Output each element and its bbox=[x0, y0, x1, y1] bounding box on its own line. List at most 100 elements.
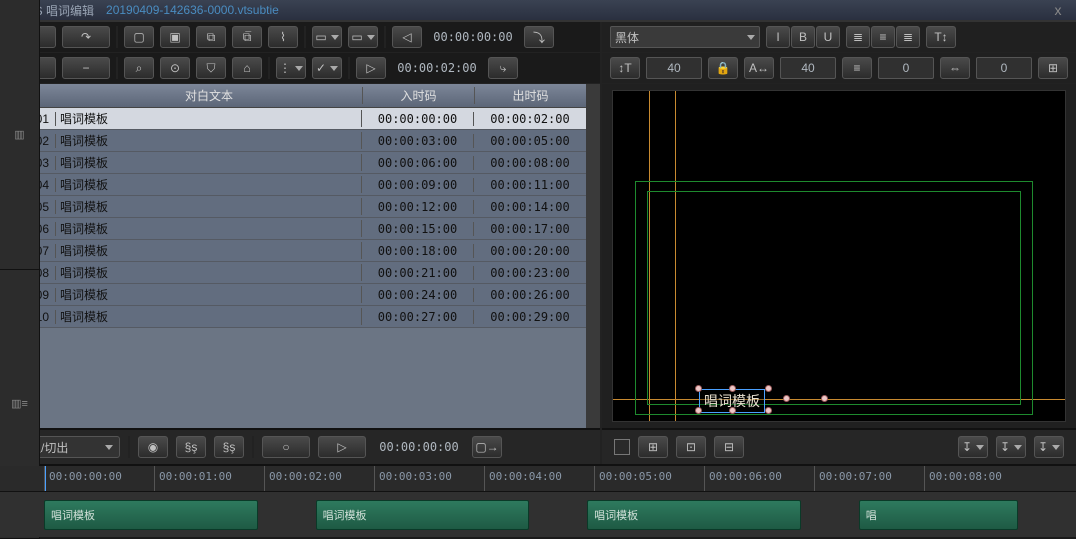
mark-out-button[interactable]: ⤷ bbox=[488, 57, 518, 79]
table-row[interactable]: 0003唱词模板00:00:06:0000:00:08:00 bbox=[0, 152, 586, 174]
handle-tr[interactable] bbox=[765, 385, 772, 392]
table-row[interactable]: 0005唱词模板00:00:12:0000:00:14:00 bbox=[0, 196, 586, 218]
ruler-mark[interactable]: 00:00:04:00 bbox=[484, 466, 594, 491]
row-text[interactable]: 唱词模板 bbox=[56, 110, 362, 127]
align-center-button[interactable]: ≡ bbox=[871, 26, 895, 48]
table-row[interactable]: 0008唱词模板00:00:21:0000:00:23:00 bbox=[0, 262, 586, 284]
style-dropdown[interactable]: ▭ bbox=[348, 26, 378, 48]
row-text[interactable]: 唱词模板 bbox=[56, 220, 362, 237]
open-button[interactable]: ▣ bbox=[160, 26, 190, 48]
handle-ext[interactable] bbox=[821, 395, 828, 402]
row-in[interactable]: 00:00:06:00 bbox=[362, 156, 474, 170]
row-text[interactable]: 唱词模板 bbox=[56, 264, 362, 281]
align-right-button[interactable]: ≣ bbox=[896, 26, 920, 48]
table-row[interactable]: 0002唱词模板00:00:03:0000:00:05:00 bbox=[0, 130, 586, 152]
table-row[interactable]: 0007唱词模板00:00:18:0000:00:20:00 bbox=[0, 240, 586, 262]
fx2-button[interactable]: §ş bbox=[214, 436, 244, 458]
send-c-button[interactable]: ↧ bbox=[1034, 436, 1064, 458]
zoom-button[interactable]: ⊙ bbox=[160, 57, 190, 79]
row-in[interactable]: 00:00:12:00 bbox=[362, 200, 474, 214]
row-in[interactable]: 00:00:18:00 bbox=[362, 244, 474, 258]
row-in[interactable]: 00:00:03:00 bbox=[362, 134, 474, 148]
ruler-mark[interactable]: 00:00:03:00 bbox=[374, 466, 484, 491]
handle-tm[interactable] bbox=[729, 385, 736, 392]
ruler-mark[interactable]: 00:00:07:00 bbox=[814, 466, 924, 491]
preview-canvas[interactable]: 唱词模板 bbox=[612, 90, 1066, 422]
send-a-button[interactable]: ↧ bbox=[958, 436, 988, 458]
subtitle-track[interactable]: 唱词模板唱词模板唱词模板唱 bbox=[0, 492, 1076, 537]
row-text[interactable]: 唱词模板 bbox=[56, 154, 362, 171]
underline-button[interactable]: U bbox=[816, 26, 840, 48]
row-text[interactable]: 唱词模板 bbox=[56, 308, 362, 325]
tracking-input[interactable]: 0 bbox=[976, 57, 1032, 79]
tool-a-button[interactable]: ⌇ bbox=[268, 26, 298, 48]
check-dropdown[interactable]: ✓ bbox=[312, 57, 342, 79]
row-text[interactable]: 唱词模板 bbox=[56, 176, 362, 193]
handle-mr[interactable] bbox=[783, 395, 790, 402]
record-button[interactable]: ◉ bbox=[138, 436, 168, 458]
table-row[interactable]: 0010唱词模板00:00:27:0000:00:29:00 bbox=[0, 306, 586, 328]
row-out[interactable]: 00:00:17:00 bbox=[474, 222, 586, 236]
ruler-mark[interactable]: 00:00:02:00 bbox=[264, 466, 374, 491]
row-out[interactable]: 00:00:14:00 bbox=[474, 200, 586, 214]
step-fwd-button[interactable]: ▷ bbox=[356, 57, 386, 79]
new-button[interactable]: ▢ bbox=[124, 26, 154, 48]
font-select[interactable]: 黑体 bbox=[610, 26, 760, 48]
timeline-clip[interactable]: 唱词模板 bbox=[44, 500, 258, 530]
export-button[interactable]: ⧉̅ bbox=[232, 26, 262, 48]
row-text[interactable]: 唱词模板 bbox=[56, 286, 362, 303]
timeline-clip[interactable]: 唱词模板 bbox=[587, 500, 801, 530]
row-out[interactable]: 00:00:05:00 bbox=[474, 134, 586, 148]
row-text[interactable]: 唱词模板 bbox=[56, 242, 362, 259]
col-out[interactable]: 出时码 bbox=[474, 87, 586, 104]
handle-tl[interactable] bbox=[695, 385, 702, 392]
lock-aspect-button[interactable]: 🔒 bbox=[708, 57, 738, 79]
options-dropdown[interactable]: ⋮ bbox=[276, 57, 306, 79]
row-text[interactable]: 唱词模板 bbox=[56, 132, 362, 149]
handle-bm[interactable] bbox=[729, 407, 736, 414]
row-in[interactable]: 00:00:15:00 bbox=[362, 222, 474, 236]
timeline-clip[interactable]: 唱词模板 bbox=[316, 500, 530, 530]
row-text[interactable]: 唱词模板 bbox=[56, 198, 362, 215]
ruler-mark[interactable]: 00:00:00:00 bbox=[44, 466, 154, 491]
ruler-mark[interactable]: 00:00:08:00 bbox=[924, 466, 1034, 491]
fx1-button[interactable]: §ş bbox=[176, 436, 206, 458]
col-in[interactable]: 入时码 bbox=[362, 87, 474, 104]
row-in[interactable]: 00:00:24:00 bbox=[362, 288, 474, 302]
bold-button[interactable]: B bbox=[791, 26, 815, 48]
close-button[interactable]: x bbox=[1046, 3, 1070, 17]
mark-in-button[interactable]: ⤵ bbox=[524, 26, 554, 48]
row-out[interactable]: 00:00:26:00 bbox=[474, 288, 586, 302]
ruler-mark[interactable]: 00:00:05:00 bbox=[594, 466, 704, 491]
ruler-mark[interactable]: 00:00:01:00 bbox=[154, 466, 264, 491]
find-button[interactable]: ⌕ bbox=[124, 57, 154, 79]
table-row[interactable]: 0006唱词模板00:00:15:0000:00:17:00 bbox=[0, 218, 586, 240]
shield-button[interactable]: ⛉ bbox=[196, 57, 226, 79]
row-out[interactable]: 00:00:20:00 bbox=[474, 244, 586, 258]
row-out[interactable]: 00:00:11:00 bbox=[474, 178, 586, 192]
table-row[interactable]: 0009唱词模板00:00:24:0000:00:26:00 bbox=[0, 284, 586, 306]
send-b-button[interactable]: ↧ bbox=[996, 436, 1026, 458]
font-height-input[interactable]: 40 bbox=[646, 57, 702, 79]
track-grip-1[interactable]: ▥ bbox=[0, 0, 40, 270]
step-back-button[interactable]: ◁ bbox=[392, 26, 422, 48]
timeline-ruler[interactable]: 00:00:00:0000:00:01:0000:00:02:0000:00:0… bbox=[0, 466, 1076, 492]
handle-br[interactable] bbox=[765, 407, 772, 414]
view-a-button[interactable]: ⊞ bbox=[638, 436, 668, 458]
redo-button[interactable]: ↷ bbox=[62, 26, 110, 48]
view-a-check[interactable] bbox=[614, 439, 630, 455]
stop-button[interactable]: ○ bbox=[262, 436, 310, 458]
row-out[interactable]: 00:00:23:00 bbox=[474, 266, 586, 280]
next-button[interactable]: ▢→ bbox=[472, 436, 502, 458]
vertical-text-button[interactable]: T↕ bbox=[926, 26, 956, 48]
row-in[interactable]: 00:00:21:00 bbox=[362, 266, 474, 280]
row-out[interactable]: 00:00:02:00 bbox=[474, 112, 586, 126]
view-c-button[interactable]: ⊟ bbox=[714, 436, 744, 458]
kerning-input[interactable]: 0 bbox=[878, 57, 934, 79]
row-in[interactable]: 00:00:27:00 bbox=[362, 310, 474, 324]
save-button[interactable]: ⧉ bbox=[196, 26, 226, 48]
row-out[interactable]: 00:00:29:00 bbox=[474, 310, 586, 324]
handle-bl[interactable] bbox=[695, 407, 702, 414]
view-b-button[interactable]: ⊡ bbox=[676, 436, 706, 458]
remove-button[interactable]: − bbox=[62, 57, 110, 79]
